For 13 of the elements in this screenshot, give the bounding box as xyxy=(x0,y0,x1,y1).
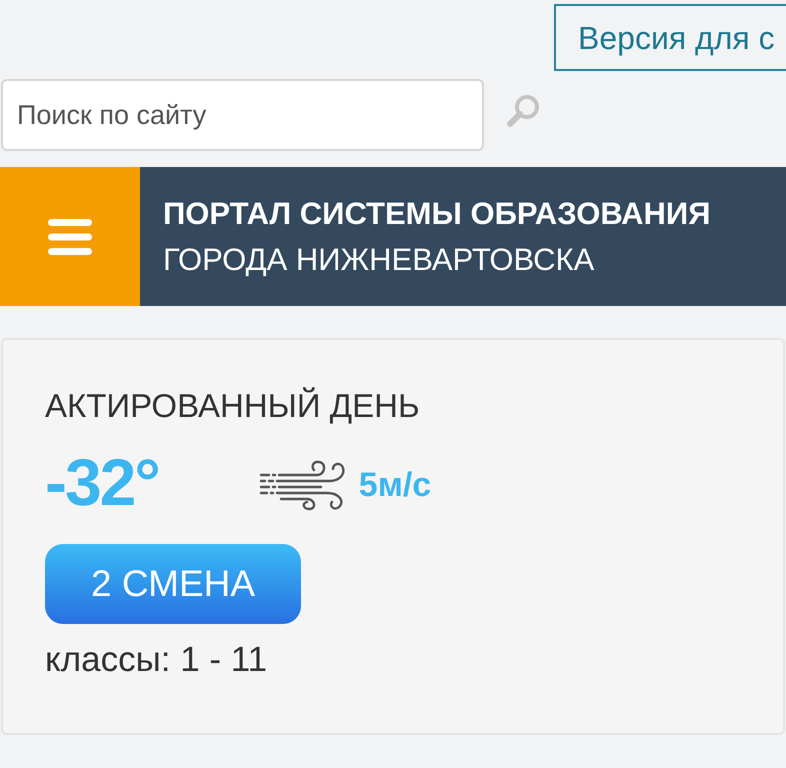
search-field[interactable]: Поиск по сайту xyxy=(1,79,484,151)
search-icon[interactable] xyxy=(506,94,542,128)
accessibility-version-button[interactable]: Версия для с xyxy=(554,4,786,71)
wind-speed: 5м/с xyxy=(358,465,432,505)
card-title: АКТИРОВАННЫЙ ДЕНЬ xyxy=(45,386,420,426)
grades-range: классы: 1 - 11 xyxy=(45,639,268,681)
menu-button[interactable] xyxy=(0,167,140,306)
temperature-value: -32° xyxy=(45,446,159,518)
portal-title: ПОРТАЛ СИСТЕМЫ ОБРАЗОВАНИЯ xyxy=(163,194,712,232)
menu-icon[interactable] xyxy=(48,218,92,254)
wind-icon xyxy=(258,459,347,511)
shift-badge: 2 СМЕНА xyxy=(45,544,301,624)
portal-subtitle: ГОРОДА НИЖНЕВАРТОВСКА xyxy=(163,240,596,278)
